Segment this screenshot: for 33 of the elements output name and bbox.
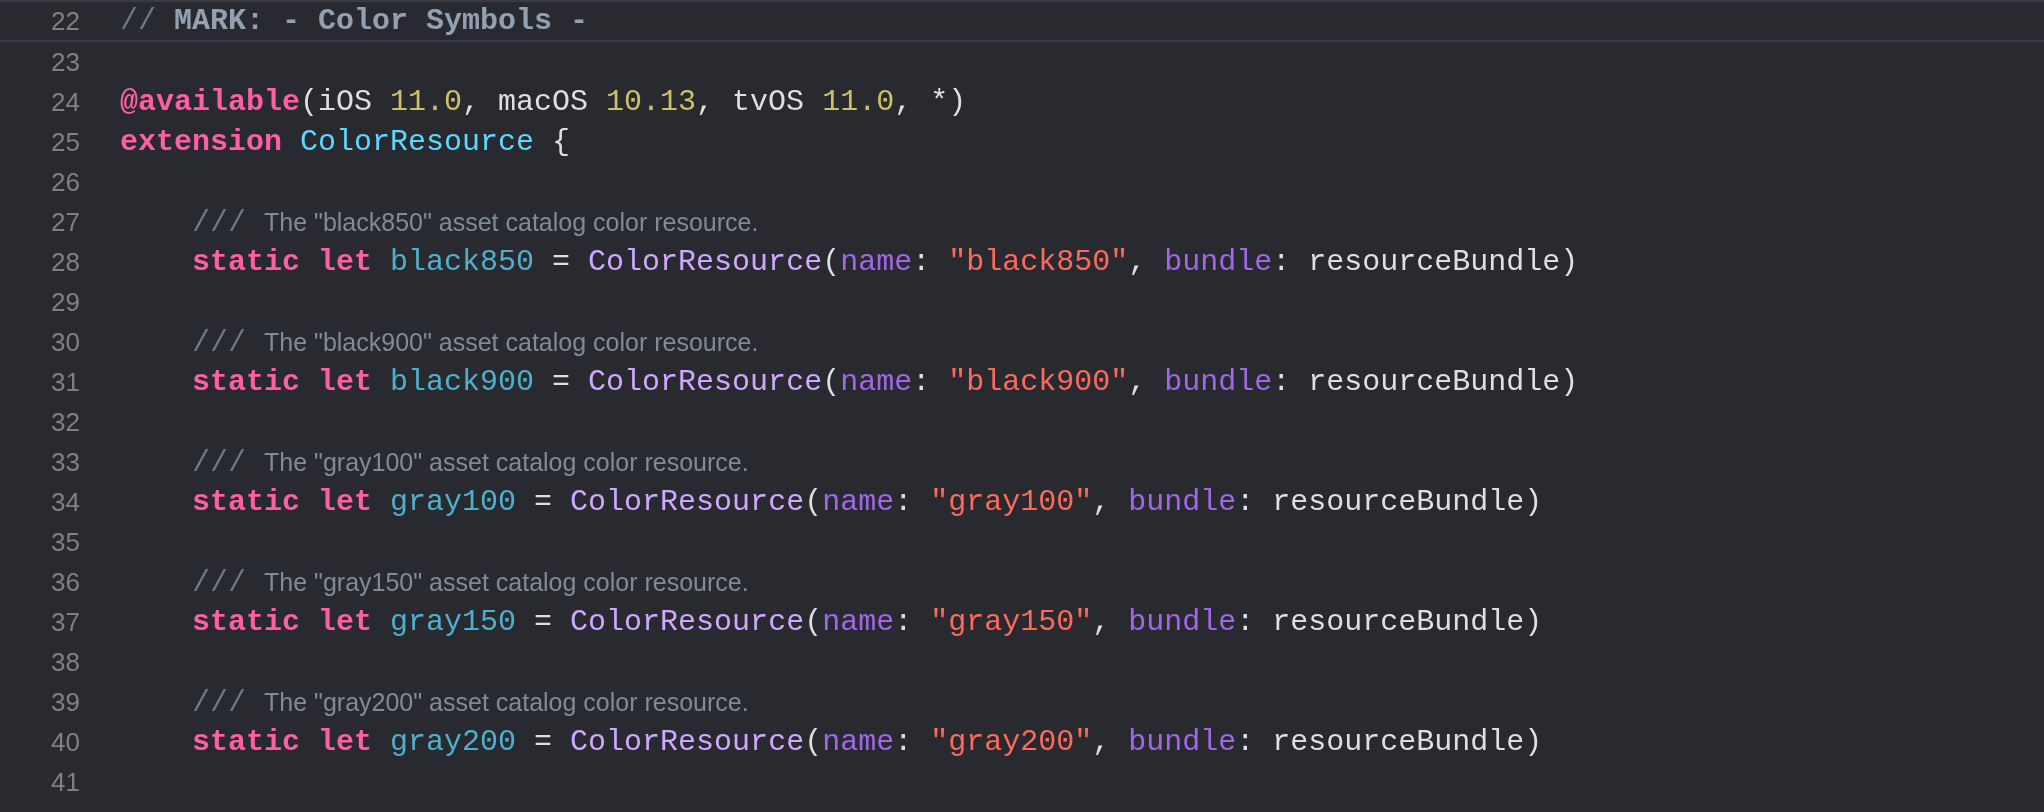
line-number: 38 [51, 646, 80, 677]
code-line: static let gray200 = ColorResource(name: "gray200", bundle: resourceBundle) [192, 725, 1543, 759]
code-line: static let black850 = ColorResource(name: "black850", bundle: resourceBundle) [192, 245, 1579, 279]
line-number: 33 [51, 446, 80, 477]
line-number: 25 [51, 126, 80, 157]
line-number: 40 [51, 726, 80, 757]
code-line: /// The "gray100" asset catalog color resource. [192, 445, 749, 480]
code-line: extension ColorResource { [120, 125, 571, 159]
code-line: /// The "black850" asset catalog color resource. [192, 205, 759, 240]
line-number: 32 [51, 406, 80, 437]
line-number: 23 [51, 46, 80, 77]
line-number: 41 [51, 766, 80, 797]
line-number: 39 [51, 686, 80, 717]
line-number: 31 [51, 366, 80, 397]
line-number: 36 [51, 566, 80, 597]
line-number: 37 [51, 606, 80, 637]
line-number: 27 [51, 206, 80, 237]
line-number: 30 [51, 326, 80, 357]
code-line: /// The "black900" asset catalog color resource. [192, 325, 759, 360]
line-number: 34 [51, 486, 80, 517]
code-line: /// The "gray150" asset catalog color resource. [192, 565, 749, 600]
code-line: static let gray150 = ColorResource(name: "gray150", bundle: resourceBundle) [192, 605, 1543, 639]
code-line: /// The "gray200" asset catalog color resource. [192, 685, 749, 720]
line-number: 26 [51, 166, 80, 197]
code-line: // MARK: - Color Symbols - [120, 4, 589, 38]
code-line: static let black900 = ColorResource(name: "black900", bundle: resourceBundle) [192, 365, 1579, 399]
line-number: 24 [51, 86, 80, 117]
code-line: static let gray100 = ColorResource(name: "gray100", bundle: resourceBundle) [192, 485, 1543, 519]
line-number: 29 [51, 286, 80, 317]
line-number: 28 [51, 246, 80, 277]
line-number: 35 [51, 526, 80, 557]
code-line: @available(iOS 11.0, macOS 10.13, tvOS 11.0, *) [120, 85, 967, 119]
line-number: 22 [51, 5, 80, 36]
